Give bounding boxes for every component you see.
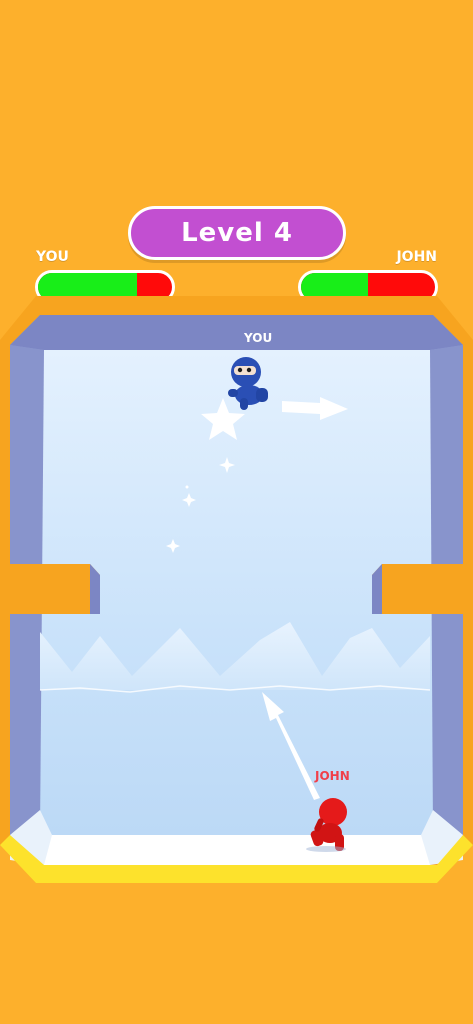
opponent-name-tag: JOHN bbox=[315, 769, 350, 783]
arena-top-wall bbox=[10, 315, 463, 350]
arena-floor bbox=[40, 835, 433, 865]
player-name-tag: YOU bbox=[244, 331, 273, 345]
game-arena[interactable] bbox=[0, 0, 473, 1024]
right-ledge bbox=[372, 564, 473, 614]
left-ledge bbox=[0, 564, 100, 614]
